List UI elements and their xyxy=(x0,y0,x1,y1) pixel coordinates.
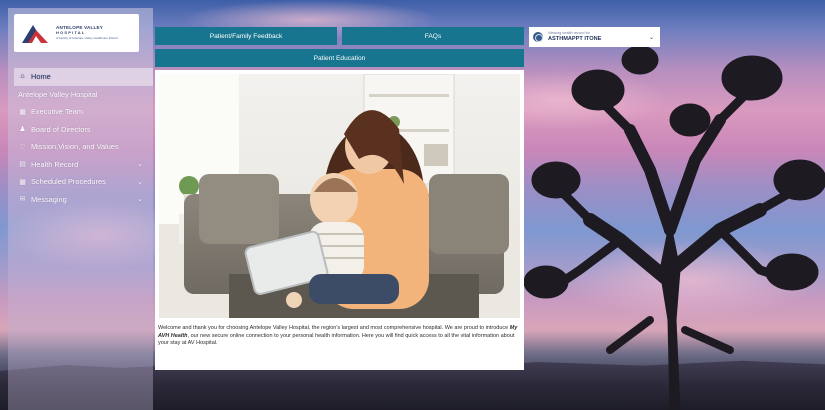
joshua-tree-silhouette xyxy=(523,45,825,410)
chevron-down-icon[interactable]: ⌄ xyxy=(649,34,654,41)
record-icon: ▤ xyxy=(19,161,26,169)
chevron-down-icon[interactable]: ⌄ xyxy=(137,178,143,186)
people-icon: ♟ xyxy=(19,126,26,134)
building-icon: ▦ xyxy=(19,108,26,116)
sidebar-item-home[interactable]: ⌂ Home xyxy=(14,68,153,86)
sidebar-item-label: Messaging xyxy=(31,194,67,204)
sidebar-item-label: Antelope Valley Hospital xyxy=(18,89,98,99)
sidebar-item-antelope-valley-hospital[interactable]: Antelope Valley Hospital xyxy=(14,86,153,104)
chevron-down-icon[interactable]: ⌄ xyxy=(137,195,143,203)
home-icon: ⌂ xyxy=(20,73,25,81)
welcome-text-part1: Welcome and thank you for choosing Antel… xyxy=(158,325,510,331)
sidebar-item-board-of-directors[interactable]: ♟ Board of Directors xyxy=(14,121,153,139)
sidebar-item-health-record[interactable]: ▤ Health Record ⌄ xyxy=(14,156,153,174)
patient-family-feedback-button[interactable]: Patient/Family Feedback xyxy=(155,27,337,45)
envelope-icon: ✉ xyxy=(19,196,26,204)
welcome-text-part2: , our new secure online connection to yo… xyxy=(158,332,515,347)
logo-tagline: A Facility of Antelope Valley Healthcare… xyxy=(56,36,118,41)
welcome-text: Welcome and thank you for choosing Antel… xyxy=(158,325,520,348)
antelope-valley-logo-icon xyxy=(22,25,48,43)
globe-icon xyxy=(533,32,543,42)
sidebar-item-label: Home xyxy=(31,72,51,82)
mother-and-baby-photo xyxy=(159,74,520,318)
sidebar-item-messaging[interactable]: ✉ Messaging ⌄ xyxy=(14,191,153,209)
welcome-card: Welcome and thank you for choosing Antel… xyxy=(155,70,524,370)
sidebar-item-label: Mission,Vision, and Values xyxy=(31,142,119,152)
health-record-selector[interactable]: Viewing health record for ASTHMAPPT ITON… xyxy=(529,27,660,47)
sidebar-item-label: Executive Team xyxy=(31,107,84,117)
sidebar-item-scheduled-procedures[interactable]: ▦ Scheduled Procedures ⌄ xyxy=(14,173,153,191)
sidebar-item-label: Scheduled Procedures xyxy=(31,177,106,187)
calendar-icon: ▦ xyxy=(19,178,26,186)
record-selector-label: Viewing health record for xyxy=(548,30,590,35)
patient-education-button[interactable]: Patient Education xyxy=(155,49,524,67)
faqs-button[interactable]: FAQs xyxy=(342,27,524,45)
sidebar-item-mission-vision-values[interactable]: ♡ Mission,Vision, and Values xyxy=(14,138,153,156)
hospital-logo[interactable]: ANTELOPE VALLEY HOSPITAL A Facility of A… xyxy=(14,14,139,52)
chevron-down-icon[interactable]: ⌄ xyxy=(137,160,143,168)
heart-icon: ♡ xyxy=(19,143,26,151)
record-selector-value: ASTHMAPPT ITONE xyxy=(548,36,602,43)
sidebar-item-label: Board of Directors xyxy=(31,124,91,134)
logo-subtitle: HOSPITAL xyxy=(56,30,86,36)
sidebar-item-executive-team[interactable]: ▦ Executive Team xyxy=(14,103,153,121)
sidebar-nav: ⌂ Home Antelope Valley Hospital ▦ Execut… xyxy=(14,68,153,208)
sidebar-item-label: Health Record xyxy=(31,159,79,169)
